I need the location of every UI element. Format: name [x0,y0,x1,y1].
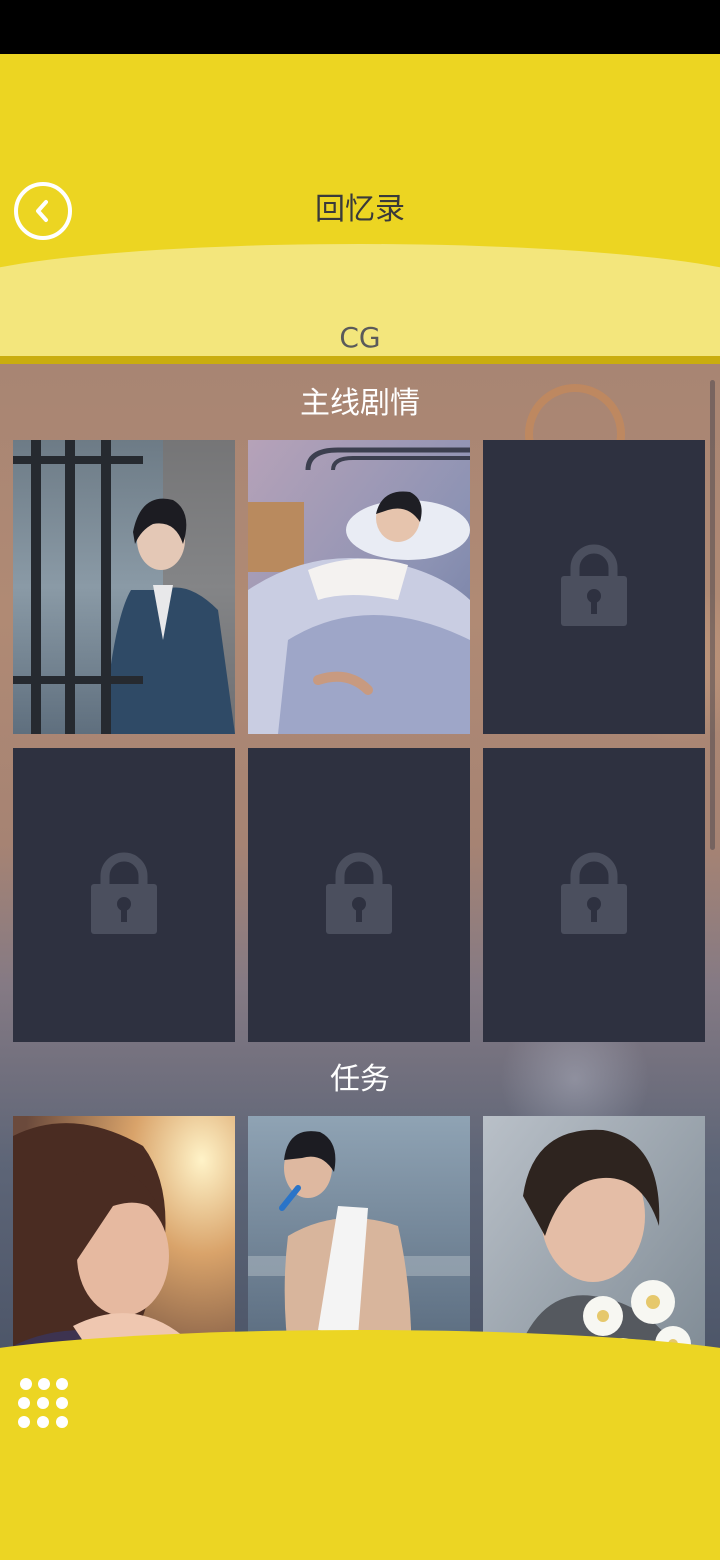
footer [0,1330,720,1560]
page-title: 回忆录 [315,192,405,227]
lock-icon [561,852,627,934]
cg-card-towel[interactable] [248,1116,470,1364]
cg-card-locked[interactable] [483,748,705,1042]
footer-curve [0,1330,720,1560]
tab-cg[interactable]: CG [0,318,720,358]
status-bar [0,0,720,54]
cg-card-portrait[interactable] [13,1116,235,1364]
cg-image-bed [248,440,470,734]
gallery-content[interactable]: 主线剧情 任务 [0,364,720,1364]
cg-card-locked[interactable] [13,748,235,1042]
section-title-main-story: 主线剧情 [300,386,420,421]
lock-icon [326,852,392,934]
lock-icon [91,852,157,934]
cg-image-window [13,440,235,734]
cg-image-flowers [483,1116,705,1364]
cg-card-window[interactable] [13,440,235,734]
cg-image-towel [248,1116,470,1364]
cg-card-locked[interactable] [483,440,705,734]
cg-card-bed[interactable] [248,440,470,734]
menu-button[interactable] [16,1378,72,1430]
cg-image-portrait [13,1116,235,1364]
cg-card-locked[interactable] [248,748,470,1042]
lock-icon [561,544,627,626]
cg-card-flowers[interactable] [483,1116,705,1364]
section-title-tasks: 任务 [330,1062,390,1097]
scrollbar[interactable] [710,380,715,850]
